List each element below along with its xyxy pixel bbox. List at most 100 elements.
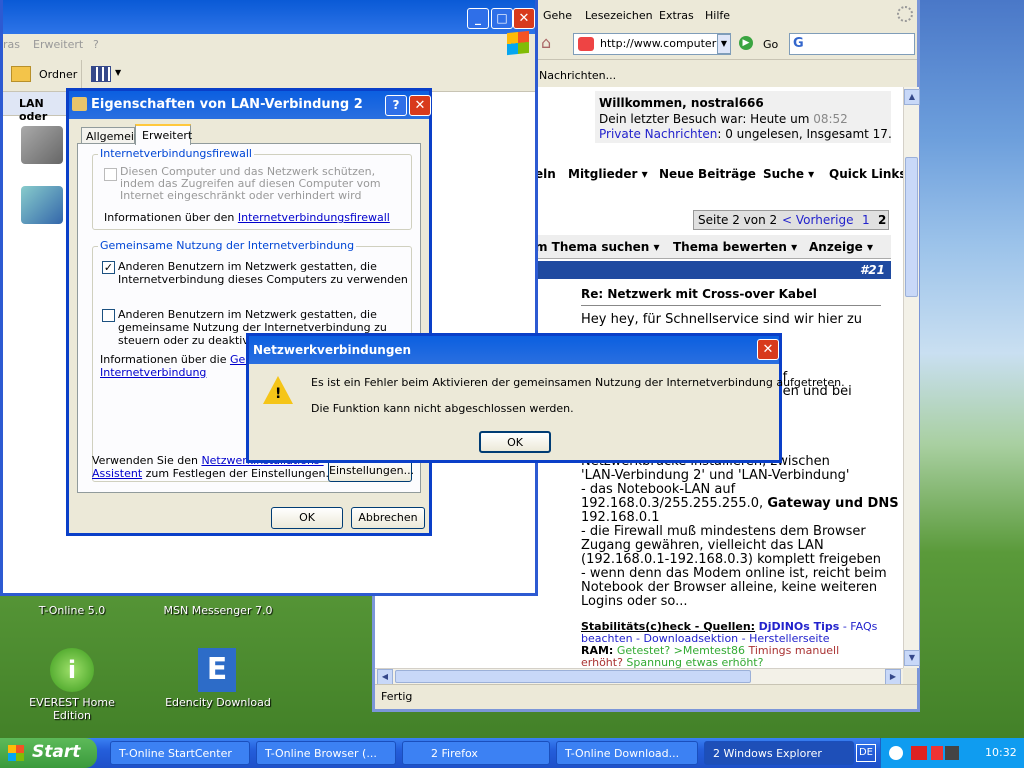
edencity-icon[interactable]: E — [198, 648, 236, 692]
firewall-checkbox[interactable] — [104, 168, 117, 181]
menu-extras[interactable]: Extras — [659, 9, 694, 22]
properties-title: Eigenschaften von LAN-Verbindung 2 — [91, 97, 363, 112]
pager: Seite 2 von 2 < Vorherige 1 2 — [693, 210, 889, 230]
nav-search[interactable]: Suche ▾ — [763, 167, 814, 181]
desktop-icon-tonline[interactable]: T-Online 5.0 — [12, 604, 132, 617]
url-input[interactable]: http://www.computerba — [573, 33, 731, 55]
network-connection-2-icon[interactable] — [21, 186, 63, 224]
scroll-left-button[interactable]: ◀ — [377, 669, 393, 685]
post-number[interactable]: #21 — [535, 261, 891, 279]
welcome-title: Willkommen, nostral666 — [599, 96, 764, 110]
signature: Stabilitäts(c)heck - Quellen: DjDINOs Ti… — [581, 620, 878, 669]
ics-allow-checkbox[interactable]: ✓ — [102, 261, 115, 274]
firewall-info-link[interactable]: Internetverbindungsfirewall — [238, 211, 390, 224]
task-tonline-download[interactable]: T-Online Download... — [556, 741, 698, 765]
google-icon: G — [793, 36, 804, 51]
scroll-up-button[interactable]: ▲ — [904, 89, 920, 105]
settings-button[interactable]: Einstellungen... — [328, 460, 414, 482]
pm-link[interactable]: Private Nachrichten — [599, 127, 717, 141]
error-close-button[interactable]: ✕ — [757, 339, 779, 360]
properties-titlebar: Eigenschaften von LAN-Verbindung 2 ? ✕ — [69, 91, 431, 119]
firewall-info: Informationen über den Internetverbindun… — [104, 211, 390, 224]
network-icon — [72, 97, 87, 111]
task-tonline-startcenter[interactable]: T-Online StartCenter — [110, 741, 250, 765]
menu-lesezeichen[interactable]: Lesezeichen — [585, 9, 653, 22]
network-connection-icon[interactable] — [21, 126, 63, 164]
post-body: Hey hey, für Schnellservice sind wir hie… — [581, 312, 863, 327]
desktop-icon-edencity[interactable]: Edencity Download — [158, 696, 278, 709]
menu-gehe[interactable]: Gehe — [543, 9, 572, 22]
home-icon[interactable]: ⌂ — [541, 33, 563, 55]
cancel-button[interactable]: Abbrechen — [351, 507, 425, 529]
scroll-right-button[interactable]: ▶ — [885, 669, 901, 685]
lan-group-header: LAN oder — [3, 92, 73, 123]
scroll-thumb[interactable] — [905, 157, 918, 297]
thread-rate[interactable]: Thema bewerten ▾ — [673, 240, 797, 254]
close-button[interactable]: ✕ — [513, 8, 535, 29]
folder-icon — [11, 66, 31, 82]
error-ok-button[interactable]: OK — [479, 431, 551, 453]
error-titlebar: Netzwerkverbindungen ✕ — [249, 336, 779, 364]
post-divider — [581, 305, 881, 306]
minimize-button[interactable]: _ — [467, 8, 489, 29]
pager-page-1[interactable]: 1 — [862, 213, 870, 227]
properties-close-button[interactable]: ✕ — [409, 95, 431, 116]
ok-button[interactable]: OK — [271, 507, 343, 529]
thread-tools: m Thema suchen ▾ Thema bewerten ▾ Anzeig… — [535, 235, 891, 259]
bookmark-nachrichten[interactable]: Nachrichten... — [539, 69, 616, 82]
search-input[interactable]: G — [789, 33, 915, 55]
system-tray: 10:32 — [880, 738, 1024, 768]
menu-help[interactable]: ? — [93, 38, 99, 51]
go-icon[interactable]: ▶ — [739, 36, 753, 50]
desktop-icon-msn[interactable]: MSN Messenger 7.0 — [158, 604, 278, 617]
tray-app-icon[interactable] — [931, 746, 943, 760]
thread-search[interactable]: m Thema suchen ▾ — [535, 240, 660, 254]
ics-control-checkbox[interactable] — [102, 309, 115, 322]
folders-button[interactable]: Ordner — [39, 68, 77, 81]
help-button[interactable]: ? — [385, 95, 407, 116]
menu-hilfe[interactable]: Hilfe — [705, 9, 730, 22]
tab-general[interactable]: Allgemein — [81, 127, 141, 144]
toolbar-divider — [81, 60, 82, 88]
scroll-down-button[interactable]: ▼ — [904, 650, 920, 666]
antivirus-icon[interactable] — [911, 746, 927, 760]
nav-quick-links[interactable]: Quick Links — [829, 167, 903, 181]
nav-members[interactable]: Mitglieder ▾ — [568, 167, 648, 181]
hscroll-thumb[interactable] — [395, 670, 751, 683]
task-firefox[interactable]: 2 Firefox — [402, 741, 550, 765]
windows-logo-icon — [507, 30, 529, 56]
tray-arrow-icon[interactable] — [889, 746, 903, 760]
error-detail: Die Funktion kann nicht abgeschlossen we… — [311, 402, 574, 415]
view-dropdown-icon[interactable]: ▼ — [115, 68, 121, 77]
thread-display[interactable]: Anzeige ▾ — [809, 240, 873, 254]
ics-group-title: Gemeinsame Nutzung der Internetverbindun… — [98, 239, 357, 252]
task-tonline-browser[interactable]: T-Online Browser (... — [256, 741, 396, 765]
error-title: Netzwerkverbindungen — [253, 343, 412, 357]
menu-erweitert[interactable]: Erweitert — [33, 38, 83, 51]
vertical-scrollbar[interactable]: ▲ ▼ — [903, 87, 920, 668]
maximize-button[interactable]: □ — [491, 8, 513, 29]
error-dialog: Netzwerkverbindungen ✕ ! Es ist ein Fehl… — [246, 333, 845, 463]
properties-dialog: Eigenschaften von LAN-Verbindung 2 ? ✕ A… — [66, 88, 432, 536]
task-windows-explorer[interactable]: 2 Windows Explorer — [704, 741, 854, 765]
language-indicator[interactable]: DE — [856, 744, 876, 762]
pager-prev[interactable]: < Vorherige — [782, 213, 853, 227]
network-tray-icon[interactable] — [945, 746, 959, 760]
view-icon[interactable] — [91, 66, 111, 82]
nav-new-posts[interactable]: Neue Beiträge — [659, 167, 756, 181]
windows-flag-icon — [8, 745, 24, 761]
everest-icon[interactable]: i — [50, 648, 94, 692]
tab-advanced[interactable]: Erweitert — [135, 124, 192, 145]
firewall-group-title: Internetverbindungsfirewall — [98, 147, 254, 160]
site-favicon-icon — [578, 37, 594, 51]
start-button[interactable]: Start — [0, 738, 97, 768]
last-visit: Dein letzter Besuch war: Heute um 08:52 — [599, 112, 848, 126]
menu-extras-fragment[interactable]: ras — [3, 38, 20, 51]
nav-fragment[interactable]: eln — [535, 167, 556, 181]
url-dropdown-button[interactable]: ▼ — [717, 34, 731, 54]
horizontal-scrollbar[interactable]: ◀ ▶ — [375, 668, 903, 685]
go-button[interactable]: Go — [763, 38, 778, 51]
desktop-icon-everest[interactable]: EVEREST Home Edition — [12, 696, 132, 722]
pm-line: Private Nachrichten: 0 ungelesen, Insges… — [599, 127, 892, 141]
firewall-checkbox-label: Diesen Computer und das Netzwerk schütze… — [120, 165, 381, 202]
